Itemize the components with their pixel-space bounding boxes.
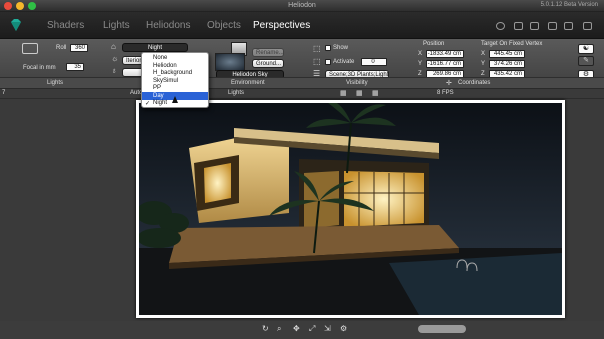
diamond-logo-icon	[11, 19, 21, 31]
view-subbar: 7 Auto Lights ▦ ▦ ▦ 8 FPS	[0, 89, 604, 99]
target-y-field[interactable]: 374.26 cm	[489, 60, 525, 68]
checkmark-icon: ✓	[145, 101, 151, 107]
grid-icon-3[interactable]: ▦	[372, 89, 379, 97]
grid-icon-2[interactable]: ▦	[356, 89, 363, 97]
fps-label: 8 FPS	[437, 90, 454, 96]
show-checkbox[interactable]	[325, 45, 331, 51]
menu-item-day[interactable]: Day	[153, 93, 164, 99]
focal-label: Focal in mm	[23, 65, 56, 71]
resize-icon[interactable]: ⇲	[324, 324, 331, 333]
section-label-bar: Lights Environment Visibility ✛ Coordina…	[0, 77, 604, 88]
target-y-label: Y	[481, 61, 486, 67]
section-environment-label: Environment	[231, 80, 265, 86]
tab-lights[interactable]: Lights	[103, 20, 130, 31]
settings-icon[interactable]: ⚙	[340, 324, 347, 333]
position-x-label: X	[418, 51, 423, 57]
lights-mode-popup[interactable]: Night	[122, 43, 188, 52]
lock-icon: ⌂	[111, 42, 116, 51]
bottom-toolbar: ↻ ⌕ ✥ ⤢ ⇲ ⚙	[0, 321, 604, 339]
tab-heliodons[interactable]: Heliodons	[146, 20, 190, 31]
tab-objects[interactable]: Objects	[207, 20, 241, 31]
lights-mode-dropdown[interactable]: None Heliodon H_background SkySimul PP D…	[141, 52, 209, 108]
render-mode-button[interactable]: ☯	[578, 44, 594, 54]
menu-item-night[interactable]: Night	[153, 100, 167, 106]
phone-icon[interactable]	[514, 22, 523, 30]
subbar-number-label: 7	[2, 90, 6, 96]
focal-field[interactable]: 35	[66, 63, 84, 71]
horizontal-scrollbar[interactable]	[418, 325, 466, 333]
menu-item-pp[interactable]: PP	[153, 85, 161, 91]
window-title: Heliodon	[288, 2, 316, 9]
pan-icon[interactable]: ✥	[293, 324, 300, 333]
window-titlebar: Heliodon 5.0.1.12 Beta Version	[0, 0, 604, 12]
grid-icon-1[interactable]: ▦	[340, 89, 347, 97]
position-x-field[interactable]: -1833.49 cm	[426, 50, 464, 58]
section-visibility-label: Visibility	[346, 80, 368, 86]
main-navbar: Shaders Lights Heliodons Objects Perspec…	[0, 12, 604, 39]
tab-perspectives[interactable]: Perspectives	[253, 20, 310, 31]
fit-icon[interactable]: ⤢	[309, 324, 315, 334]
edit-button[interactable]: ✎	[578, 56, 594, 66]
section-coordinates-label: Coordinates	[458, 80, 491, 86]
menu-item-none[interactable]: None	[153, 55, 167, 61]
position-y-field[interactable]: -1616.77 cm	[426, 60, 464, 68]
bulb-icon: ♁	[111, 66, 117, 75]
roll-field[interactable]: 360	[70, 44, 88, 52]
target-title: Target On Fixed Vertex	[481, 41, 543, 47]
crop-icon[interactable]	[564, 22, 573, 30]
target-x-label: X	[481, 51, 486, 57]
layers-icon: ⬚	[313, 57, 321, 66]
zoom-icon[interactable]: ⌕	[277, 324, 281, 334]
section-lights-label: Lights	[47, 80, 64, 86]
ground-button[interactable]: Ground...	[252, 59, 284, 68]
version-label: 5.0.1.12 Beta Version	[540, 2, 598, 8]
clock-icon[interactable]	[496, 22, 505, 30]
frame-icon: ⬚	[313, 44, 321, 53]
render-viewport[interactable]	[136, 100, 565, 318]
rotate-icon[interactable]: ↻	[262, 324, 269, 333]
window-icon[interactable]	[583, 22, 592, 30]
menu-item-h-background[interactable]: H_background	[153, 70, 192, 76]
position-y-label: Y	[418, 61, 423, 67]
activate-field[interactable]: 0	[361, 58, 387, 66]
rename-button[interactable]: Rename...	[252, 48, 284, 57]
activate-label: Activate	[333, 59, 355, 65]
menu-item-heliodon[interactable]: Heliodon	[153, 63, 177, 69]
menu-item-skysimul[interactable]: SkySimul	[153, 78, 178, 84]
target-x-field[interactable]: 445.45 cm	[489, 50, 525, 58]
position-title: Position	[423, 41, 445, 47]
activate-checkbox[interactable]	[325, 59, 331, 65]
axis-icon: ✛	[446, 80, 452, 87]
house-render-image	[139, 103, 562, 315]
chat-icon[interactable]	[530, 22, 539, 30]
sun-icon: ☼	[111, 54, 119, 63]
roll-label: Roll	[56, 45, 67, 51]
subbar-lights-label: Lights	[228, 90, 245, 96]
camera-icon[interactable]	[548, 22, 557, 30]
mouse-cursor-icon	[172, 96, 178, 103]
camera-thumbnail-icon[interactable]	[22, 43, 38, 54]
tab-shaders[interactable]: Shaders	[47, 20, 84, 31]
sky-thumbnail[interactable]	[215, 53, 245, 71]
show-label: Show	[333, 45, 349, 51]
